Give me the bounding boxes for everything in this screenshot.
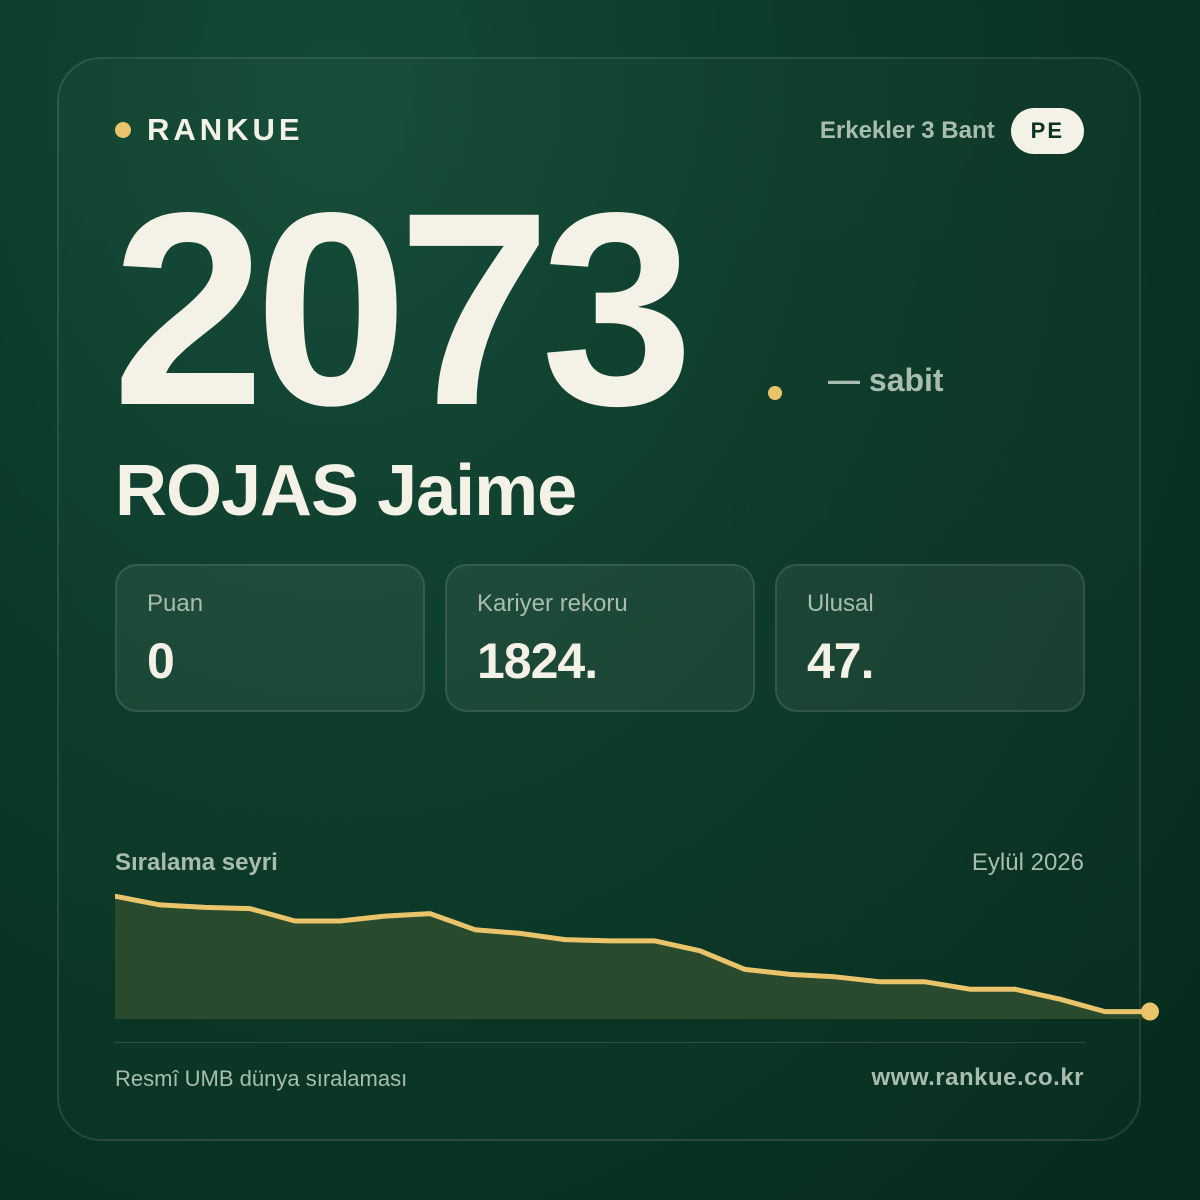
ranking-history-chart <box>115 893 1159 1021</box>
stat-card-national: Ulusal 47. <box>775 564 1085 712</box>
footer-url: www.rankue.co.kr <box>871 1064 1084 1091</box>
footer-source: Resmî UMB dünya sıralaması <box>115 1066 408 1091</box>
footer-divider <box>115 1042 1085 1043</box>
rank-trend: — sabit <box>828 362 944 398</box>
chart-date: Eylül 2026 <box>971 849 1084 876</box>
category: Erkekler 3 Bant PE <box>820 108 1084 154</box>
category-label: Erkekler 3 Bant <box>819 117 995 144</box>
stat-label: Kariyer rekoru <box>477 590 628 617</box>
brand: RANKUE <box>115 112 304 148</box>
brand-name: RANKUE <box>147 112 304 147</box>
stat-card-points: Puan 0 <box>115 564 425 712</box>
country-badge: PE <box>1010 108 1084 154</box>
chart-title: Sıralama seyri <box>115 849 278 876</box>
stat-label: Puan <box>147 590 204 617</box>
stat-card-career-best: Kariyer rekoru 1824. <box>445 564 755 712</box>
stat-label: Ulusal <box>807 590 874 617</box>
stat-value: 47. <box>807 633 875 689</box>
brand-dot-icon <box>115 122 131 138</box>
rank-dot-icon <box>768 386 782 400</box>
chart-end-marker <box>1141 1002 1159 1021</box>
stat-value: 0 <box>147 633 175 689</box>
stat-value: 1824. <box>477 633 598 689</box>
world-rank: 2073 <box>112 156 694 463</box>
player-name: ROJAS Jaime <box>115 451 577 531</box>
